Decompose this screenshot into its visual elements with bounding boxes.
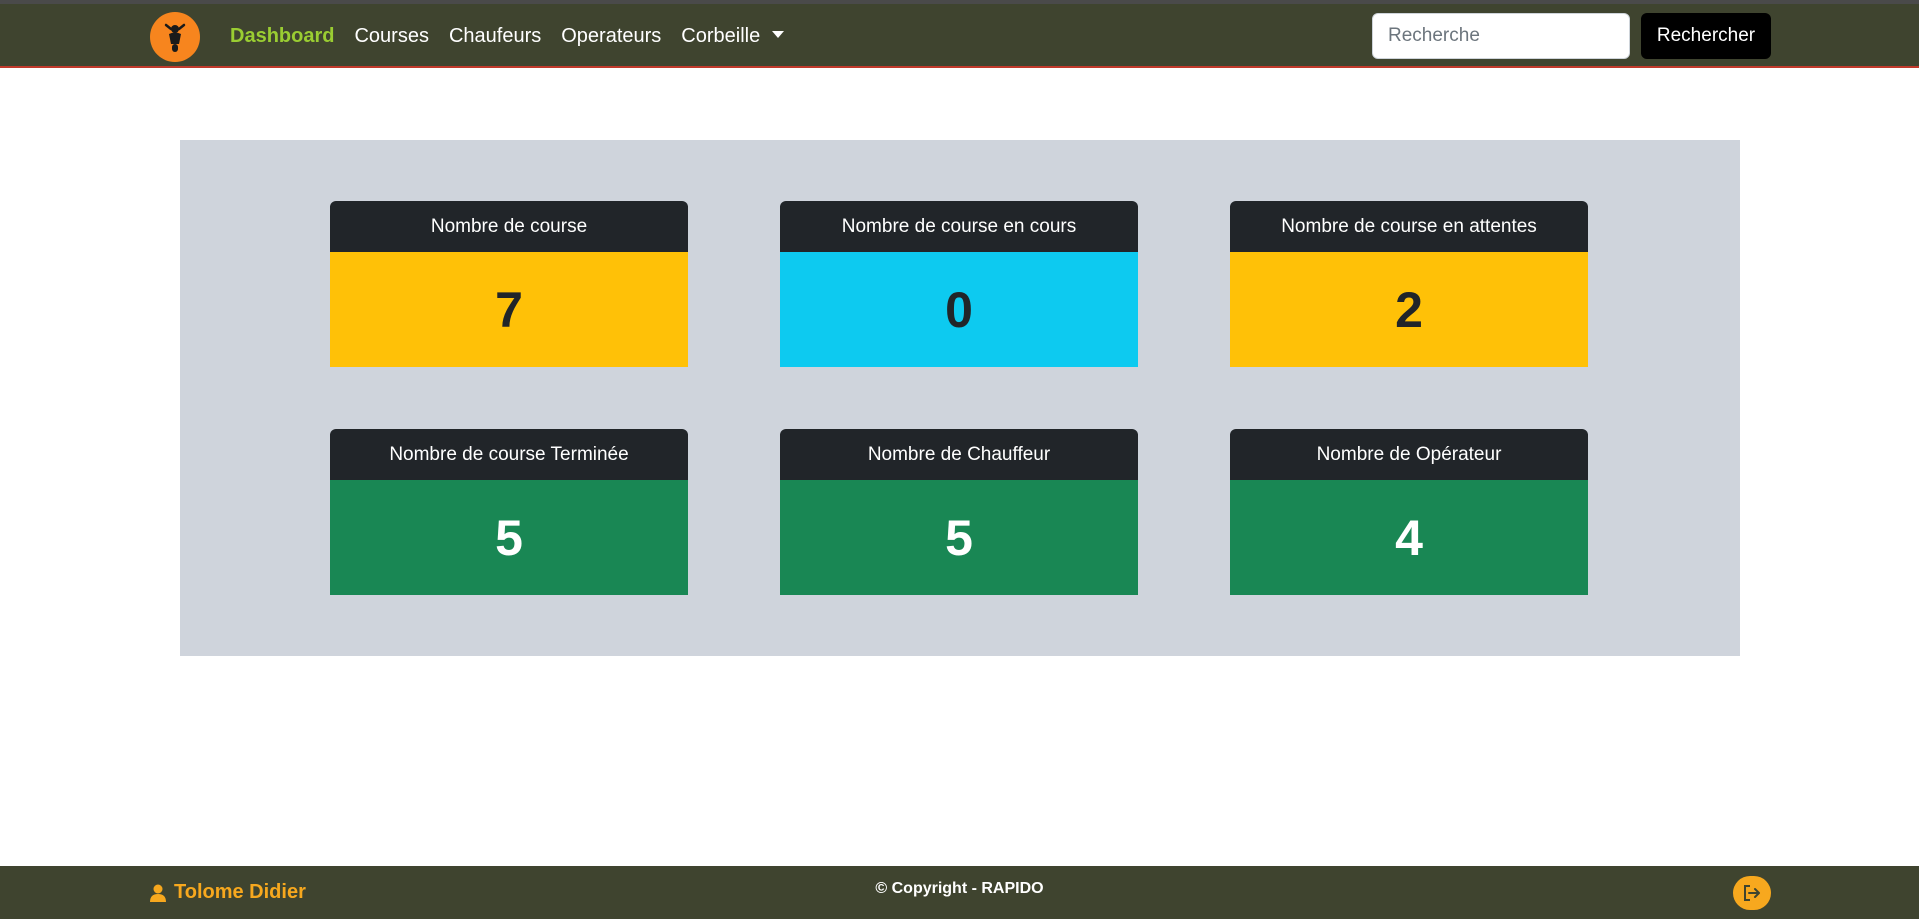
stats-panel: Nombre de course 7 Nombre de course en c… (180, 140, 1740, 656)
stat-card-title: Nombre de Chauffeur (780, 429, 1138, 480)
stat-card-operateur: Nombre de Opérateur 4 (1230, 429, 1588, 595)
stat-card-value: 5 (330, 480, 688, 595)
logout-icon (1744, 885, 1760, 901)
stat-card-chauffeur: Nombre de Chauffeur 5 (780, 429, 1138, 595)
stat-card-value: 0 (780, 252, 1138, 367)
stat-card-title: Nombre de Opérateur (1230, 429, 1588, 480)
navbar: Dashboard Courses Chaufeurs Operateurs C… (0, 4, 1919, 68)
nav-link-chaufeurs[interactable]: Chaufeurs (449, 25, 541, 48)
search-input[interactable] (1372, 13, 1630, 59)
stat-card-courses: Nombre de course 7 (330, 201, 688, 367)
nav-link-operateurs[interactable]: Operateurs (561, 25, 661, 48)
stat-card-title: Nombre de course en cours (780, 201, 1138, 252)
nav-link-dashboard[interactable]: Dashboard (230, 25, 334, 48)
nav-dropdown-label: Corbeille (681, 24, 761, 47)
footer: Tolome Didier © Copyright - RAPIDO (0, 866, 1919, 919)
stat-card-en-cours: Nombre de course en cours 0 (780, 201, 1138, 367)
stat-card-title: Nombre de course (330, 201, 688, 252)
stat-card-title: Nombre de course Terminée (330, 429, 688, 480)
stat-card-value: 7 (330, 252, 688, 367)
stat-card-value: 5 (780, 480, 1138, 595)
nav-link-courses[interactable]: Courses (354, 25, 428, 48)
logout-button[interactable] (1733, 876, 1771, 910)
stat-card-title: Nombre de course en attentes (1230, 201, 1588, 252)
caret-down-icon (772, 30, 785, 38)
stat-card-terminee: Nombre de course Terminée 5 (330, 429, 688, 595)
stat-card-value: 2 (1230, 252, 1588, 367)
scooter-rider-icon (164, 23, 186, 52)
copyright: © Copyright - RAPIDO (875, 880, 1044, 897)
stat-card-en-attentes: Nombre de course en attentes 2 (1230, 201, 1588, 367)
nav-dropdown-corbeille[interactable]: Corbeille (681, 24, 785, 48)
stat-card-value: 4 (1230, 480, 1588, 595)
logo[interactable] (150, 12, 200, 62)
search-button[interactable]: Rechercher (1641, 13, 1771, 59)
